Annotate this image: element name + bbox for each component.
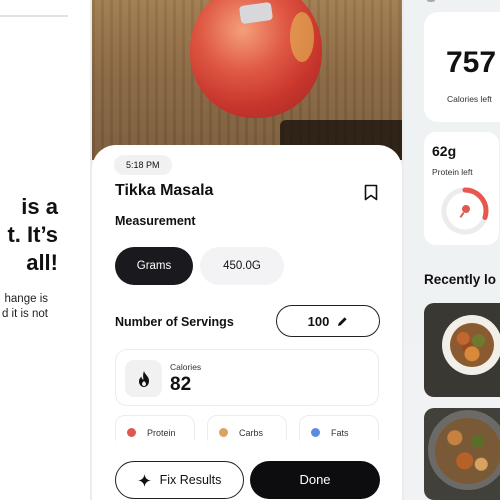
meal-detail-screen: 5:18 PM Tikka Masala Measurement Grams 4… xyxy=(92,0,402,500)
calories-left-value: 757 xyxy=(446,46,497,79)
protein-left-value: 62g xyxy=(432,143,457,159)
fix-results-label: Fix Results xyxy=(159,473,222,487)
time-badge: 5:18 PM xyxy=(114,155,172,175)
flame-icon-box xyxy=(125,360,162,397)
headline-line: is a xyxy=(21,194,58,219)
carbs-label: Carbs xyxy=(239,428,264,438)
headline-line: t. It’s xyxy=(7,222,58,247)
calories-label: Calories xyxy=(170,362,202,372)
apple-highlight xyxy=(290,12,314,62)
drumstick-icon xyxy=(127,428,136,437)
sparkle-icon xyxy=(137,473,151,487)
flame-icon xyxy=(138,370,149,387)
onboarding-panel: is a t. It’s all! hange is d it is not xyxy=(0,0,90,500)
unit-value-button[interactable]: 450.0G xyxy=(200,247,284,285)
dashboard-panel: 757 Calories left 62g Protein left Recen… xyxy=(404,0,500,500)
meal-photo xyxy=(92,0,402,160)
food-image xyxy=(435,418,500,484)
calories-value: 82 xyxy=(170,374,192,395)
fix-results-button[interactable]: Fix Results xyxy=(115,461,244,499)
measurement-label: Measurement xyxy=(115,214,196,228)
fats-label: Fats xyxy=(331,428,349,438)
food-image xyxy=(450,323,494,367)
apple-sticker xyxy=(238,1,274,25)
droplet-icon xyxy=(311,428,320,437)
onboarding-body: hange is d it is not xyxy=(0,292,48,322)
top-indicator xyxy=(426,0,436,2)
meal-title: Tikka Masala xyxy=(115,182,214,199)
done-button[interactable]: Done xyxy=(250,461,380,499)
progress-bar xyxy=(0,15,68,17)
protein-left-label: Protein left xyxy=(432,167,473,177)
calories-left-label: Calories left xyxy=(447,94,492,104)
servings-edit-button[interactable]: 100 xyxy=(276,305,380,337)
unit-grams-button[interactable]: Grams xyxy=(115,247,193,285)
pencil-icon xyxy=(338,316,347,326)
servings-value: 100 xyxy=(307,313,330,329)
protein-left-card[interactable]: 62g Protein left xyxy=(424,132,499,245)
recently-logged-heading: Recently lo xyxy=(424,272,497,287)
calories-card: Calories 82 xyxy=(115,349,379,406)
meal-sheet: 5:18 PM Tikka Masala Measurement Grams 4… xyxy=(92,145,402,500)
protein-label: Protein xyxy=(147,428,176,438)
drumstick-icon xyxy=(459,205,470,218)
recent-meal-card[interactable] xyxy=(424,408,500,500)
onboarding-headline: is a t. It’s all! xyxy=(0,193,58,277)
protein-progress-ring xyxy=(441,187,489,235)
bookmark-icon[interactable] xyxy=(364,184,378,201)
servings-label: Number of Servings xyxy=(115,315,234,329)
wheat-icon xyxy=(219,428,228,437)
screen: is a t. It’s all! hange is d it is not 5… xyxy=(0,0,500,500)
recent-meal-card[interactable] xyxy=(424,303,500,397)
body-line: hange is xyxy=(4,293,48,305)
body-line: d it is not xyxy=(1,308,48,320)
calories-left-card[interactable]: 757 Calories left xyxy=(424,12,500,122)
headline-line: all! xyxy=(26,250,58,275)
